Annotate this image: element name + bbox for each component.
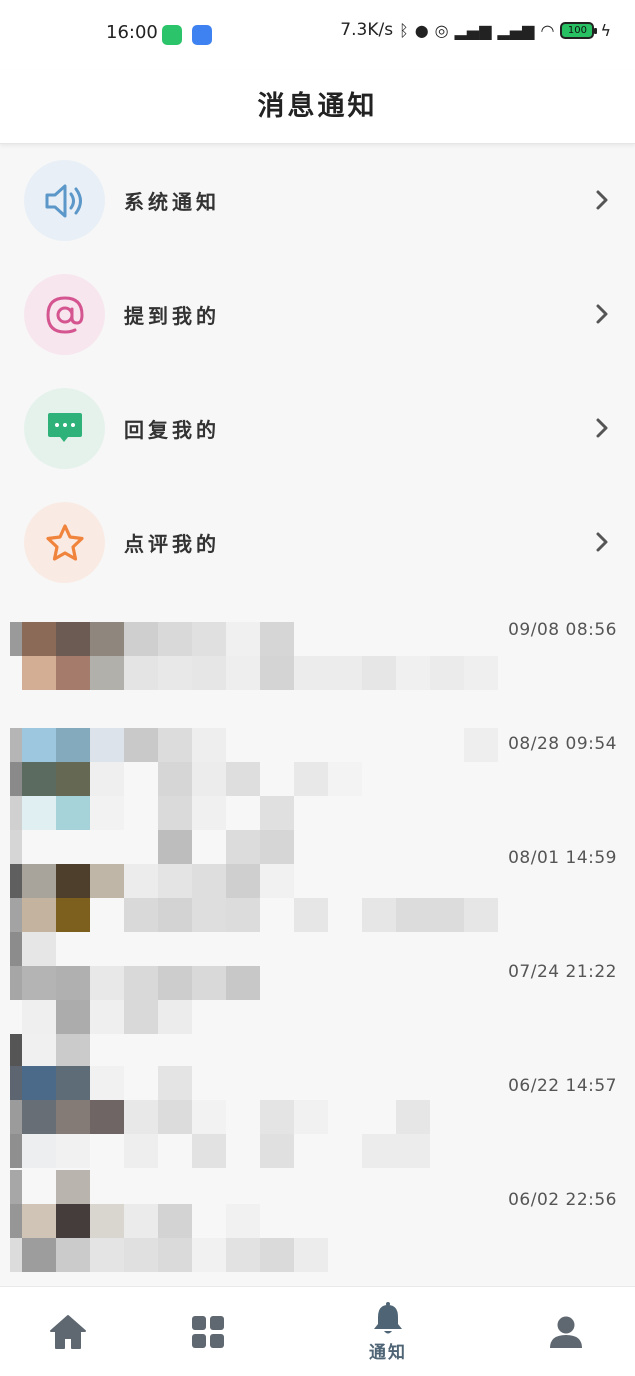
category-label: 回复我的	[124, 418, 220, 442]
message-time: 06/22 14:57	[508, 1076, 617, 1096]
message-time: 06/02 22:56	[508, 1190, 617, 1210]
status-time: 16:00	[106, 22, 158, 43]
message-item[interactable]: 06/22 14:57	[0, 1066, 635, 1182]
chevron-right-icon	[596, 418, 608, 438]
message-time: 08/01 14:59	[508, 848, 617, 868]
wifi-icon: ◠	[540, 20, 555, 40]
tab-notify[interactable]: 通知	[338, 1287, 438, 1376]
message-item[interactable]: 06/02 22:56	[0, 1170, 635, 1296]
message-preview-blurred	[10, 830, 498, 946]
category-reviews[interactable]: 点评我的	[0, 502, 635, 612]
home-icon	[50, 1315, 86, 1349]
category-mentions[interactable]: 提到我的	[0, 274, 635, 384]
message-preview-blurred	[10, 728, 498, 832]
page-title: 消息通知	[257, 91, 378, 122]
signal-hd-icon: ▂▄▆	[454, 20, 492, 40]
tab-home[interactable]	[18, 1287, 118, 1376]
chevron-right-icon	[596, 532, 608, 552]
category-label: 点评我的	[124, 532, 220, 556]
alarm-icon: ◎	[434, 20, 449, 40]
chevron-right-icon	[596, 304, 608, 324]
speaker-icon	[24, 160, 105, 241]
tab-profile[interactable]	[516, 1287, 616, 1376]
bluetooth-icon: ᛒ	[399, 20, 409, 40]
net-speed: 7.3K/s	[340, 20, 394, 40]
tab-label: 通知	[369, 1342, 407, 1363]
bell-icon	[374, 1301, 402, 1333]
title-bar: 消息通知	[0, 70, 635, 144]
category-label: 系统通知	[124, 190, 220, 214]
message-preview-blurred	[10, 616, 498, 718]
message-item[interactable]: 07/24 21:22	[0, 932, 635, 1068]
signal-hd-icon: ▂▄▆	[497, 20, 535, 40]
category-system-notice[interactable]: 系统通知	[0, 160, 635, 270]
message-time: 09/08 08:56	[508, 620, 617, 640]
message-item[interactable]: 09/08 08:56	[0, 612, 635, 726]
message-time: 07/24 21:22	[508, 962, 617, 982]
message-preview-blurred	[10, 932, 490, 1068]
grid-icon	[192, 1316, 224, 1348]
chat-bubble-icon	[24, 388, 105, 469]
game-icon	[192, 25, 212, 45]
status-bar: 16:00 7.3K/s ᛒ ● ◎ ▂▄▆ ▂▄▆ ◠ 100 ϟ	[0, 0, 635, 70]
user-icon	[550, 1316, 582, 1348]
tab-grid[interactable]	[158, 1287, 258, 1376]
message-preview-blurred	[10, 1170, 490, 1288]
message-item[interactable]: 08/28 09:54	[0, 726, 635, 840]
message-time: 08/28 09:54	[508, 734, 617, 754]
charging-icon: ϟ	[600, 20, 611, 40]
ghost-icon: ●	[414, 20, 429, 40]
message-preview-blurred	[10, 1066, 490, 1174]
chevron-right-icon	[596, 190, 608, 210]
star-icon	[24, 502, 105, 583]
at-icon	[24, 274, 105, 355]
wechat-icon	[162, 25, 182, 45]
tab-bar: 通知	[0, 1286, 635, 1376]
battery-icon: 100	[560, 21, 598, 39]
category-replies[interactable]: 回复我的	[0, 388, 635, 498]
category-label: 提到我的	[124, 304, 220, 328]
status-right: 7.3K/s ᛒ ● ◎ ▂▄▆ ▂▄▆ ◠ 100 ϟ	[340, 20, 611, 40]
message-item[interactable]: 08/01 14:59	[0, 830, 635, 954]
